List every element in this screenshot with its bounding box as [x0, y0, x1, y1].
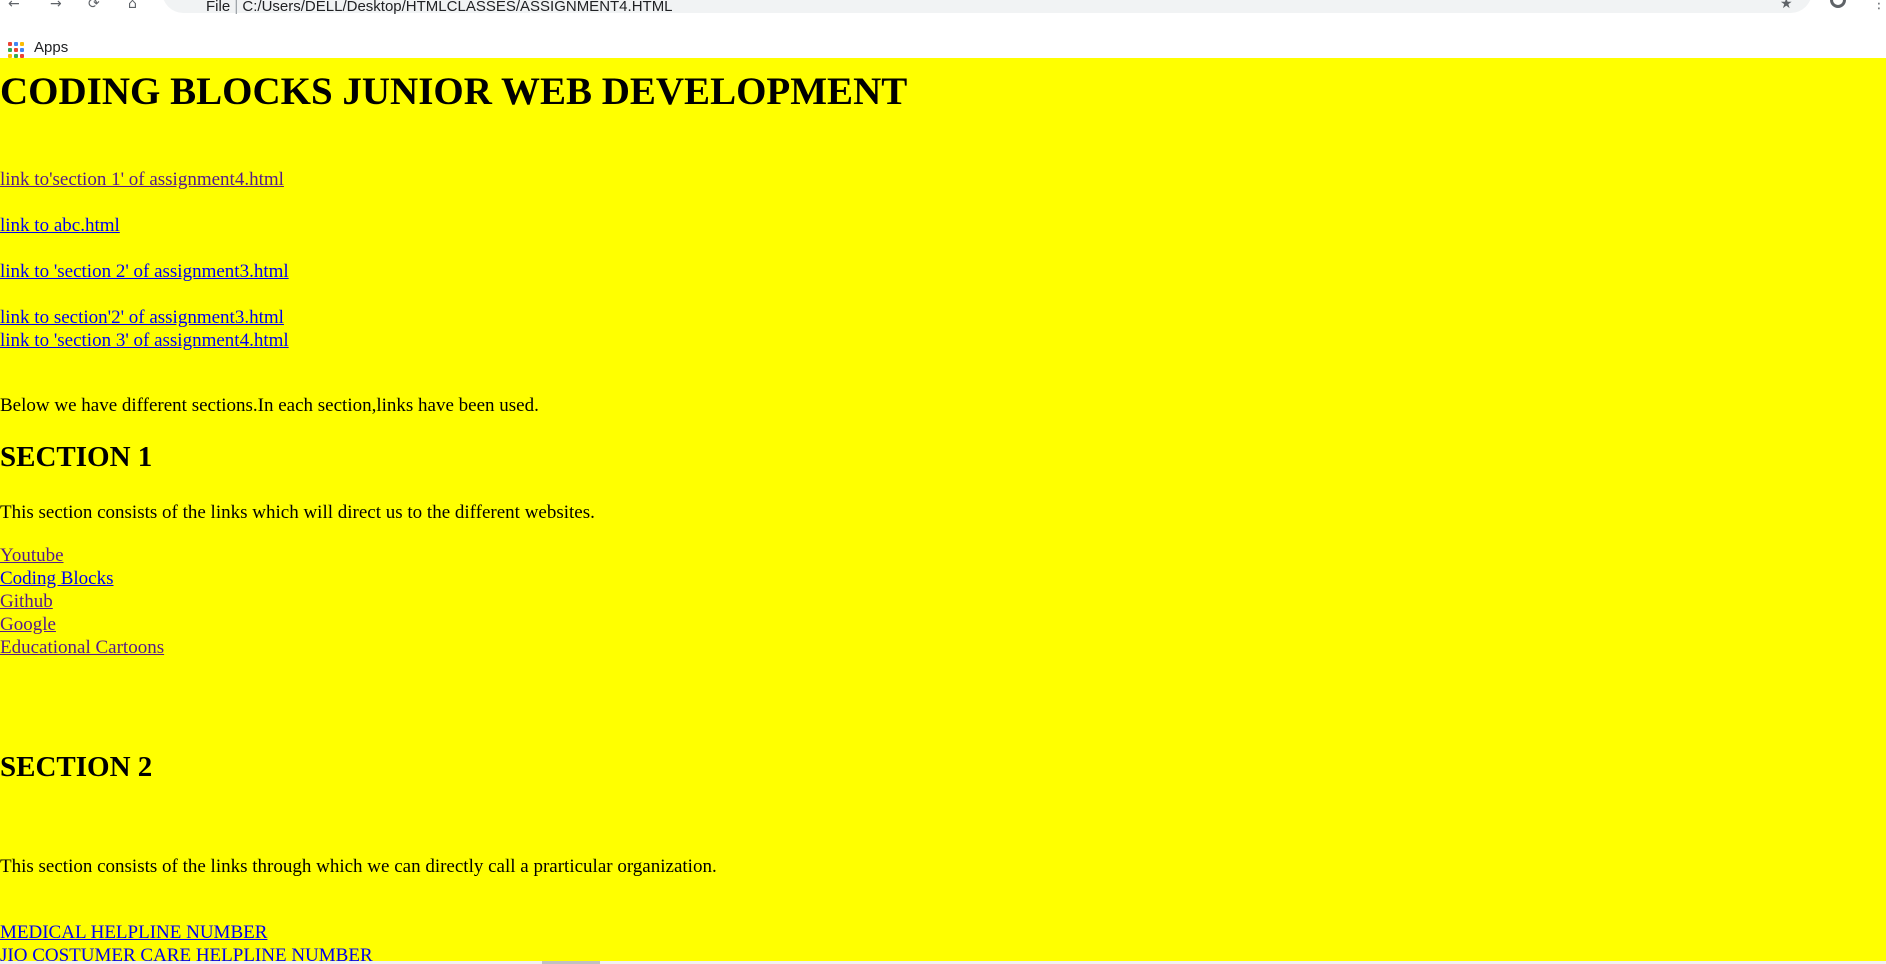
apps-grid-icon[interactable] [8, 42, 24, 58]
link-jio-helpline[interactable]: JIO COSTUMER CARE HELPLINE NUMBER [0, 946, 373, 961]
apps-dot [8, 42, 12, 46]
link-github[interactable]: Github [0, 592, 53, 611]
apps-bookmark[interactable]: Apps [34, 39, 68, 56]
apps-dot [14, 42, 18, 46]
reload-icon[interactable]: ⟳ [88, 0, 100, 12]
section2-heading: SECTION 2 [0, 751, 153, 783]
page-body: CODING BLOCKS JUNIOR WEB DEVELOPMENT lin… [0, 58, 1886, 961]
apps-dot [20, 48, 24, 52]
link-section3-assignment4[interactable]: link to 'section 3' of assignment4.html [0, 331, 289, 350]
back-icon[interactable]: ← [8, 0, 20, 12]
section1-description: This section consists of the links which… [0, 502, 595, 523]
forward-icon[interactable]: → [50, 0, 62, 12]
link-abc-html[interactable]: link to abc.html [0, 216, 120, 235]
address-bar[interactable]: File | C:/Users/DELL/Desktop/HTMLCLASSES… [162, 0, 1812, 15]
link-google[interactable]: Google [0, 615, 56, 634]
link-medical-helpline[interactable]: MEDICAL HELPLINE NUMBER [0, 923, 267, 942]
home-icon[interactable]: ⌂ [128, 0, 137, 12]
link-coding-blocks[interactable]: Coding Blocks [0, 569, 113, 588]
intro-text: Below we have different sections.In each… [0, 395, 539, 416]
page-title: CODING BLOCKS JUNIOR WEB DEVELOPMENT [0, 70, 908, 113]
link-youtube[interactable]: Youtube [0, 546, 64, 565]
link-section1-assignment4[interactable]: link to'section 1' of assignment4.html [0, 170, 284, 189]
profile-icon[interactable] [1830, 0, 1846, 8]
address-text: File | C:/Users/DELL/Desktop/HTMLCLASSES… [206, 0, 673, 15]
address-path: C:/Users/DELL/Desktop/HTMLCLASSES/ASSIGN… [242, 0, 673, 15]
browser-toolbar: ← → ⟳ ⌂ File | C:/Users/DELL/Desktop/HTM… [0, 0, 1886, 15]
link-section2-assignment3[interactable]: link to 'section 2' of assignment3.html [0, 262, 289, 281]
bookmark-star-icon[interactable]: ★ [1780, 0, 1793, 12]
section2-description: This section consists of the links throu… [0, 856, 717, 877]
apps-dot [8, 48, 12, 52]
apps-dot [14, 48, 18, 52]
section1-heading: SECTION 1 [0, 441, 153, 473]
apps-dot [20, 42, 24, 46]
link-section-2-assignment3-alt[interactable]: link to section'2' of assignment3.html [0, 308, 284, 327]
bookmarks-bar: Apps [0, 14, 1886, 59]
address-prefix: File [206, 0, 231, 15]
menu-icon[interactable]: ⋮ [1872, 0, 1886, 12]
link-educational-cartoons[interactable]: Educational Cartoons [0, 638, 164, 657]
